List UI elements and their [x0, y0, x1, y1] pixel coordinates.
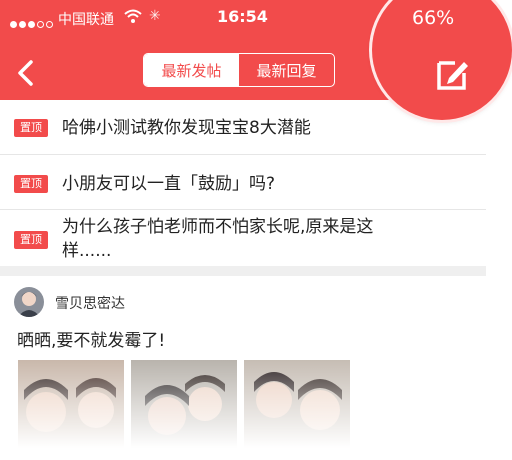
back-button[interactable]	[14, 58, 38, 88]
post-photo-2[interactable]	[131, 360, 237, 460]
avatar[interactable]	[14, 287, 44, 317]
clock-time: 16:54	[217, 7, 268, 26]
pinned-post-row[interactable]: 置顶 为什么孩子怕老师而不怕家长呢,原来是这 样......	[0, 210, 486, 266]
loading-spinner-icon: ✳	[149, 8, 161, 24]
carrier-label: 中国联通	[58, 12, 114, 28]
pinned-post-title-line2: 样......	[62, 241, 112, 261]
pinned-post-row[interactable]: 置顶 小朋友可以一直「鼓励」吗?	[0, 155, 486, 210]
pinned-post-title-line1: 为什么孩子怕老师而不怕家长呢,原来是这	[62, 217, 374, 237]
compose-button[interactable]	[435, 56, 471, 92]
compose-icon	[437, 61, 468, 90]
pinned-post-title: 小朋友可以一直「鼓励」吗?	[62, 174, 276, 194]
feed-post-card[interactable]: 雪贝思密达 晒晒,要不就发霉了!	[0, 276, 486, 460]
signal-dots-icon	[10, 13, 55, 32]
pinned-post-title: 哈佛小测试教你发现宝宝8大潜能	[62, 118, 311, 138]
pinned-badge: 置顶	[14, 119, 48, 137]
post-text: 晒晒,要不就发霉了!	[17, 331, 166, 351]
wifi-icon	[124, 9, 142, 27]
battery-percent: 66%	[412, 7, 455, 29]
post-author-name[interactable]: 雪贝思密达	[55, 293, 125, 313]
back-chevron-icon	[18, 60, 33, 86]
pinned-badge: 置顶	[14, 175, 48, 193]
post-photo-1[interactable]	[18, 360, 124, 460]
pinned-badge: 置顶	[14, 231, 48, 249]
post-photo-3[interactable]	[244, 360, 350, 460]
tab-latest-posts[interactable]: 最新发帖	[144, 54, 239, 86]
section-divider	[0, 266, 486, 276]
post-sort-segmented-control: 最新发帖 最新回复	[143, 53, 335, 87]
tab-latest-replies[interactable]: 最新回复	[239, 54, 334, 86]
